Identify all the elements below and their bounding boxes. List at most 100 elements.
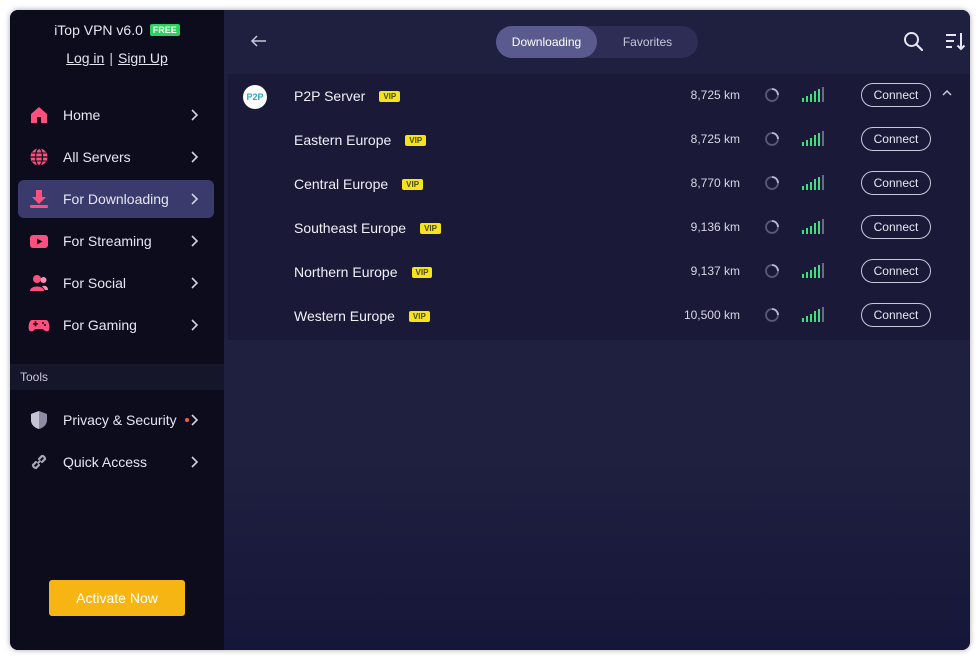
sidebar-item-quick-access[interactable]: Quick Access	[18, 443, 214, 481]
chevron-right-icon	[191, 235, 199, 247]
connect-button[interactable]: Connect	[861, 127, 931, 151]
sidebar-item-label: All Servers	[63, 149, 131, 165]
chevron-right-icon	[191, 151, 199, 163]
sidebar-item-all-servers[interactable]: All Servers	[18, 138, 214, 176]
sidebar-item-home[interactable]: Home	[18, 96, 214, 134]
users-icon	[28, 272, 50, 294]
app-window: iTop VPN v6.0 FREE Log in | Sign Up Home A…	[10, 10, 970, 650]
chevron-right-icon	[191, 319, 199, 331]
sidebar-item-label: For Social	[63, 275, 127, 291]
vip-badge: VIP	[408, 311, 430, 322]
tab-bar: Downloading Favorites	[496, 26, 698, 58]
server-name: Southeast Europe	[294, 220, 407, 236]
loading-spinner-icon	[765, 88, 779, 102]
loading-spinner-icon	[765, 176, 779, 190]
signal-strength-icon	[802, 219, 824, 234]
server-name-wrap: Western Europe VIP	[294, 308, 430, 324]
sidebar-item-downloading[interactable]: For Downloading	[18, 180, 214, 218]
sidebar-item-label: Home	[63, 107, 101, 123]
chevron-right-icon	[191, 193, 199, 205]
vip-badge: VIP	[402, 179, 424, 190]
sidebar-item-gaming[interactable]: For Gaming	[18, 306, 214, 344]
sidebar-item-label: Privacy & Security	[63, 412, 177, 428]
server-row-northern-europe[interactable]: Northern Europe VIP 9,137 km Connect	[228, 250, 970, 294]
vip-badge: VIP	[420, 223, 441, 234]
vip-badge: VIP	[411, 267, 433, 278]
signal-strength-icon	[802, 307, 824, 322]
connect-button[interactable]: Connect	[861, 303, 931, 327]
server-name-wrap: Northern Europe VIP	[294, 264, 433, 280]
server-name-wrap: Southeast Europe VIP	[294, 220, 441, 236]
play-icon	[28, 230, 50, 252]
sidebar: iTop VPN v6.0 FREE Log in | Sign Up Home A…	[10, 10, 224, 650]
server-distance: 10,500 km	[683, 308, 740, 322]
server-distance: 9,136 km	[690, 220, 740, 234]
server-name-wrap: Eastern Europe VIP	[294, 132, 427, 148]
sidebar-item-label: Quick Access	[63, 454, 148, 470]
server-name: Western Europe	[294, 308, 395, 324]
main-panel: Downloading Favorites P2P P2P Server VIP …	[224, 10, 970, 650]
activate-now-button[interactable]: Activate Now	[49, 580, 185, 616]
gamepad-icon	[28, 314, 50, 336]
signal-strength-icon	[802, 175, 824, 190]
server-row-eastern-europe[interactable]: Eastern Europe VIP 8,725 km Connect	[228, 118, 970, 162]
signal-strength-icon	[802, 87, 824, 102]
vip-badge: VIP	[405, 135, 427, 146]
sidebar-item-social[interactable]: For Social	[18, 264, 214, 302]
auth-separator: |	[109, 50, 113, 66]
app-name: iTop VPN v6.0	[54, 22, 143, 38]
signal-strength-icon	[802, 263, 824, 278]
chevron-right-icon	[191, 277, 199, 289]
sidebar-item-label: For Downloading	[63, 191, 169, 207]
loading-spinner-icon	[765, 264, 779, 278]
signal-strength-icon	[802, 131, 824, 146]
sidebar-item-privacy-security[interactable]: Privacy & Security	[18, 401, 214, 439]
server-distance: 8,770 km	[690, 176, 740, 190]
server-distance: 8,725 km	[690, 132, 740, 146]
home-icon	[28, 104, 50, 126]
server-name-wrap: Central Europe VIP	[294, 176, 424, 192]
tools-section-header: Tools	[10, 364, 224, 390]
server-name: Central Europe	[294, 176, 389, 192]
connect-button[interactable]: Connect	[861, 259, 931, 283]
server-name: Northern Europe	[294, 264, 398, 280]
server-row-central-europe[interactable]: Central Europe VIP 8,770 km Connect	[228, 162, 970, 206]
tab-favorites[interactable]: Favorites	[597, 26, 698, 58]
link-icon	[28, 451, 50, 473]
sidebar-item-label: For Streaming	[63, 233, 152, 249]
server-distance: 9,137 km	[690, 264, 740, 278]
sidebar-item-label: For Gaming	[63, 317, 137, 333]
loading-spinner-icon	[765, 308, 779, 322]
server-list: P2P P2P Server VIP 8,725 km Connect Easte…	[228, 74, 970, 340]
back-arrow-icon[interactable]	[248, 30, 270, 52]
server-row-southeast-europe[interactable]: Southeast Europe VIP 9,136 km Connect	[228, 206, 970, 250]
chevron-right-icon	[191, 456, 199, 468]
server-name-wrap: P2P Server VIP	[294, 88, 401, 104]
tab-downloading[interactable]: Downloading	[496, 26, 597, 58]
server-name: Eastern Europe	[294, 132, 392, 148]
p2p-icon: P2P	[243, 85, 267, 109]
download-icon	[28, 188, 50, 210]
shield-icon	[28, 409, 50, 431]
server-name: P2P Server	[294, 88, 366, 104]
connect-button[interactable]: Connect	[861, 83, 931, 107]
globe-icon	[28, 146, 50, 168]
server-row-p2p[interactable]: P2P P2P Server VIP 8,725 km Connect	[228, 74, 970, 118]
server-distance: 8,725 km	[690, 88, 740, 102]
loading-spinner-icon	[765, 132, 779, 146]
sort-icon[interactable]	[944, 30, 966, 52]
app-title: iTop VPN v6.0 FREE	[10, 22, 224, 38]
chevron-right-icon	[191, 109, 199, 121]
login-link[interactable]: Log in	[66, 50, 104, 66]
free-badge: FREE	[149, 24, 180, 36]
chevron-up-icon[interactable]	[940, 86, 954, 100]
chevron-right-icon	[191, 414, 199, 426]
connect-button[interactable]: Connect	[861, 215, 931, 239]
signup-link[interactable]: Sign Up	[118, 50, 168, 66]
server-row-western-europe[interactable]: Western Europe VIP 10,500 km Connect	[228, 294, 970, 338]
connect-button[interactable]: Connect	[861, 171, 931, 195]
search-icon[interactable]	[902, 30, 924, 52]
vip-badge: VIP	[379, 91, 401, 102]
loading-spinner-icon	[765, 220, 779, 234]
sidebar-item-streaming[interactable]: For Streaming	[18, 222, 214, 260]
